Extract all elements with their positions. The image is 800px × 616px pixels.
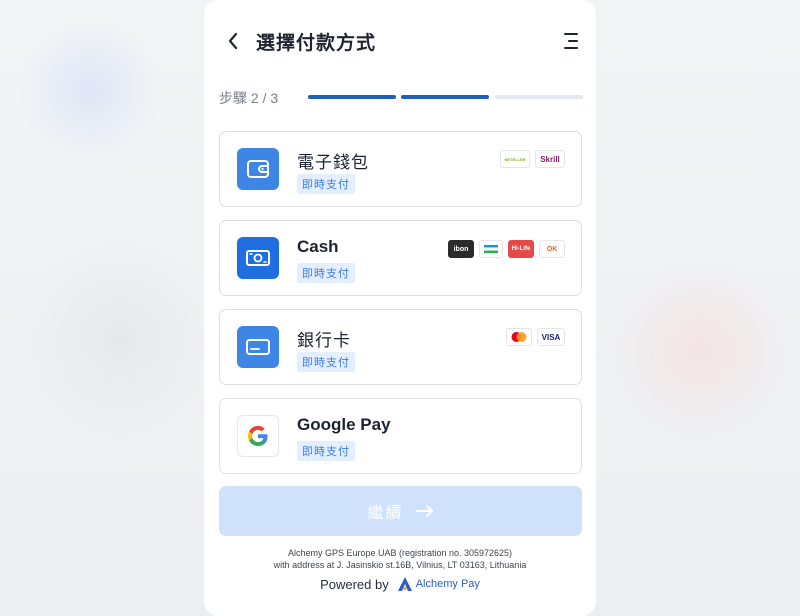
method-logos: VISA [506, 328, 565, 346]
company-registration: Alchemy GPS Europe UAB (registration no.… [287, 548, 513, 558]
header: 選擇付款方式 [204, 26, 596, 56]
logo-text: ibon [453, 245, 469, 253]
powered-by-text: Powered by [320, 576, 389, 592]
instant-payment-tag: 即時支付 [297, 441, 355, 461]
cash-icon [237, 237, 279, 279]
arrow-right-icon [415, 505, 433, 517]
method-logos: ibon Hi-Life OK [448, 240, 565, 258]
card-icon [237, 326, 279, 368]
step-bar-2 [401, 95, 489, 99]
payment-method-ewallet[interactable]: 電子錢包 即時支付 NETELLER Skrill [219, 131, 582, 207]
mastercard-logo [506, 328, 532, 346]
logo-text: Skrill [540, 154, 560, 164]
ibon-logo: ibon [448, 240, 474, 258]
mastercard-circles-icon [511, 332, 527, 342]
step-label: 步驟 2 / 3 [219, 90, 279, 106]
instant-payment-tag: 即時支付 [297, 352, 355, 372]
company-address: with address at J. Jasinskio st.16B, Vil… [273, 560, 527, 570]
step-bar-3 [495, 95, 583, 99]
payment-method-google-pay[interactable]: Google Pay 即時支付 [219, 398, 582, 474]
ok-mart-logo: OK [539, 240, 565, 258]
menu-icon [564, 33, 578, 35]
instant-payment-tag: 即時支付 [297, 263, 355, 283]
menu-button[interactable] [558, 31, 578, 51]
menu-icon-line [568, 40, 578, 42]
logo-text: OK [546, 245, 558, 253]
neteller-logo: NETELLER [500, 150, 530, 168]
hilife-logo: Hi-Life [508, 240, 534, 258]
payment-method-bank-card[interactable]: 銀行卡 即時支付 VISA [219, 309, 582, 385]
logo-text: NETELLER [504, 156, 526, 162]
method-title: 銀行卡 [297, 331, 351, 350]
method-title: 電子錢包 [297, 153, 369, 172]
step-progress: 步驟 2 / 3 [219, 87, 583, 107]
skrill-logo: Skrill [535, 150, 565, 168]
visa-logo: VISA [537, 328, 565, 346]
familymart-logo [479, 240, 503, 258]
brand-name: Alchemy Pay [415, 578, 480, 590]
instant-payment-tag: 即時支付 [297, 174, 355, 194]
google-icon [237, 415, 279, 457]
step-bar-1 [308, 95, 396, 99]
method-title: Google Pay [297, 415, 391, 434]
payment-panel: 選擇付款方式 步驟 2 / 3 電子錢包 即時支付 NETELLER Skril… [204, 0, 596, 616]
payment-method-cash[interactable]: Cash 即時支付 ibon Hi-Life OK [219, 220, 582, 296]
familymart-stripes-icon [484, 245, 498, 253]
alchemy-pay-logo-icon [397, 577, 412, 591]
page-title: 選擇付款方式 [256, 33, 377, 54]
logo-text: VISA [541, 332, 561, 342]
method-title: Cash [297, 237, 339, 256]
back-button[interactable] [222, 30, 244, 52]
powered-by: Powered by Alchemy Pay [204, 576, 596, 592]
continue-label: 繼續 [367, 505, 404, 522]
continue-button[interactable]: 繼續 [219, 486, 582, 536]
logo-text: Hi-Life [511, 246, 531, 252]
alchemy-pay-brand[interactable]: Alchemy Pay [397, 576, 480, 592]
method-logos: NETELLER Skrill [500, 150, 565, 168]
wallet-icon [237, 148, 279, 190]
chevron-left-icon [228, 32, 238, 50]
menu-icon-line [564, 47, 578, 49]
